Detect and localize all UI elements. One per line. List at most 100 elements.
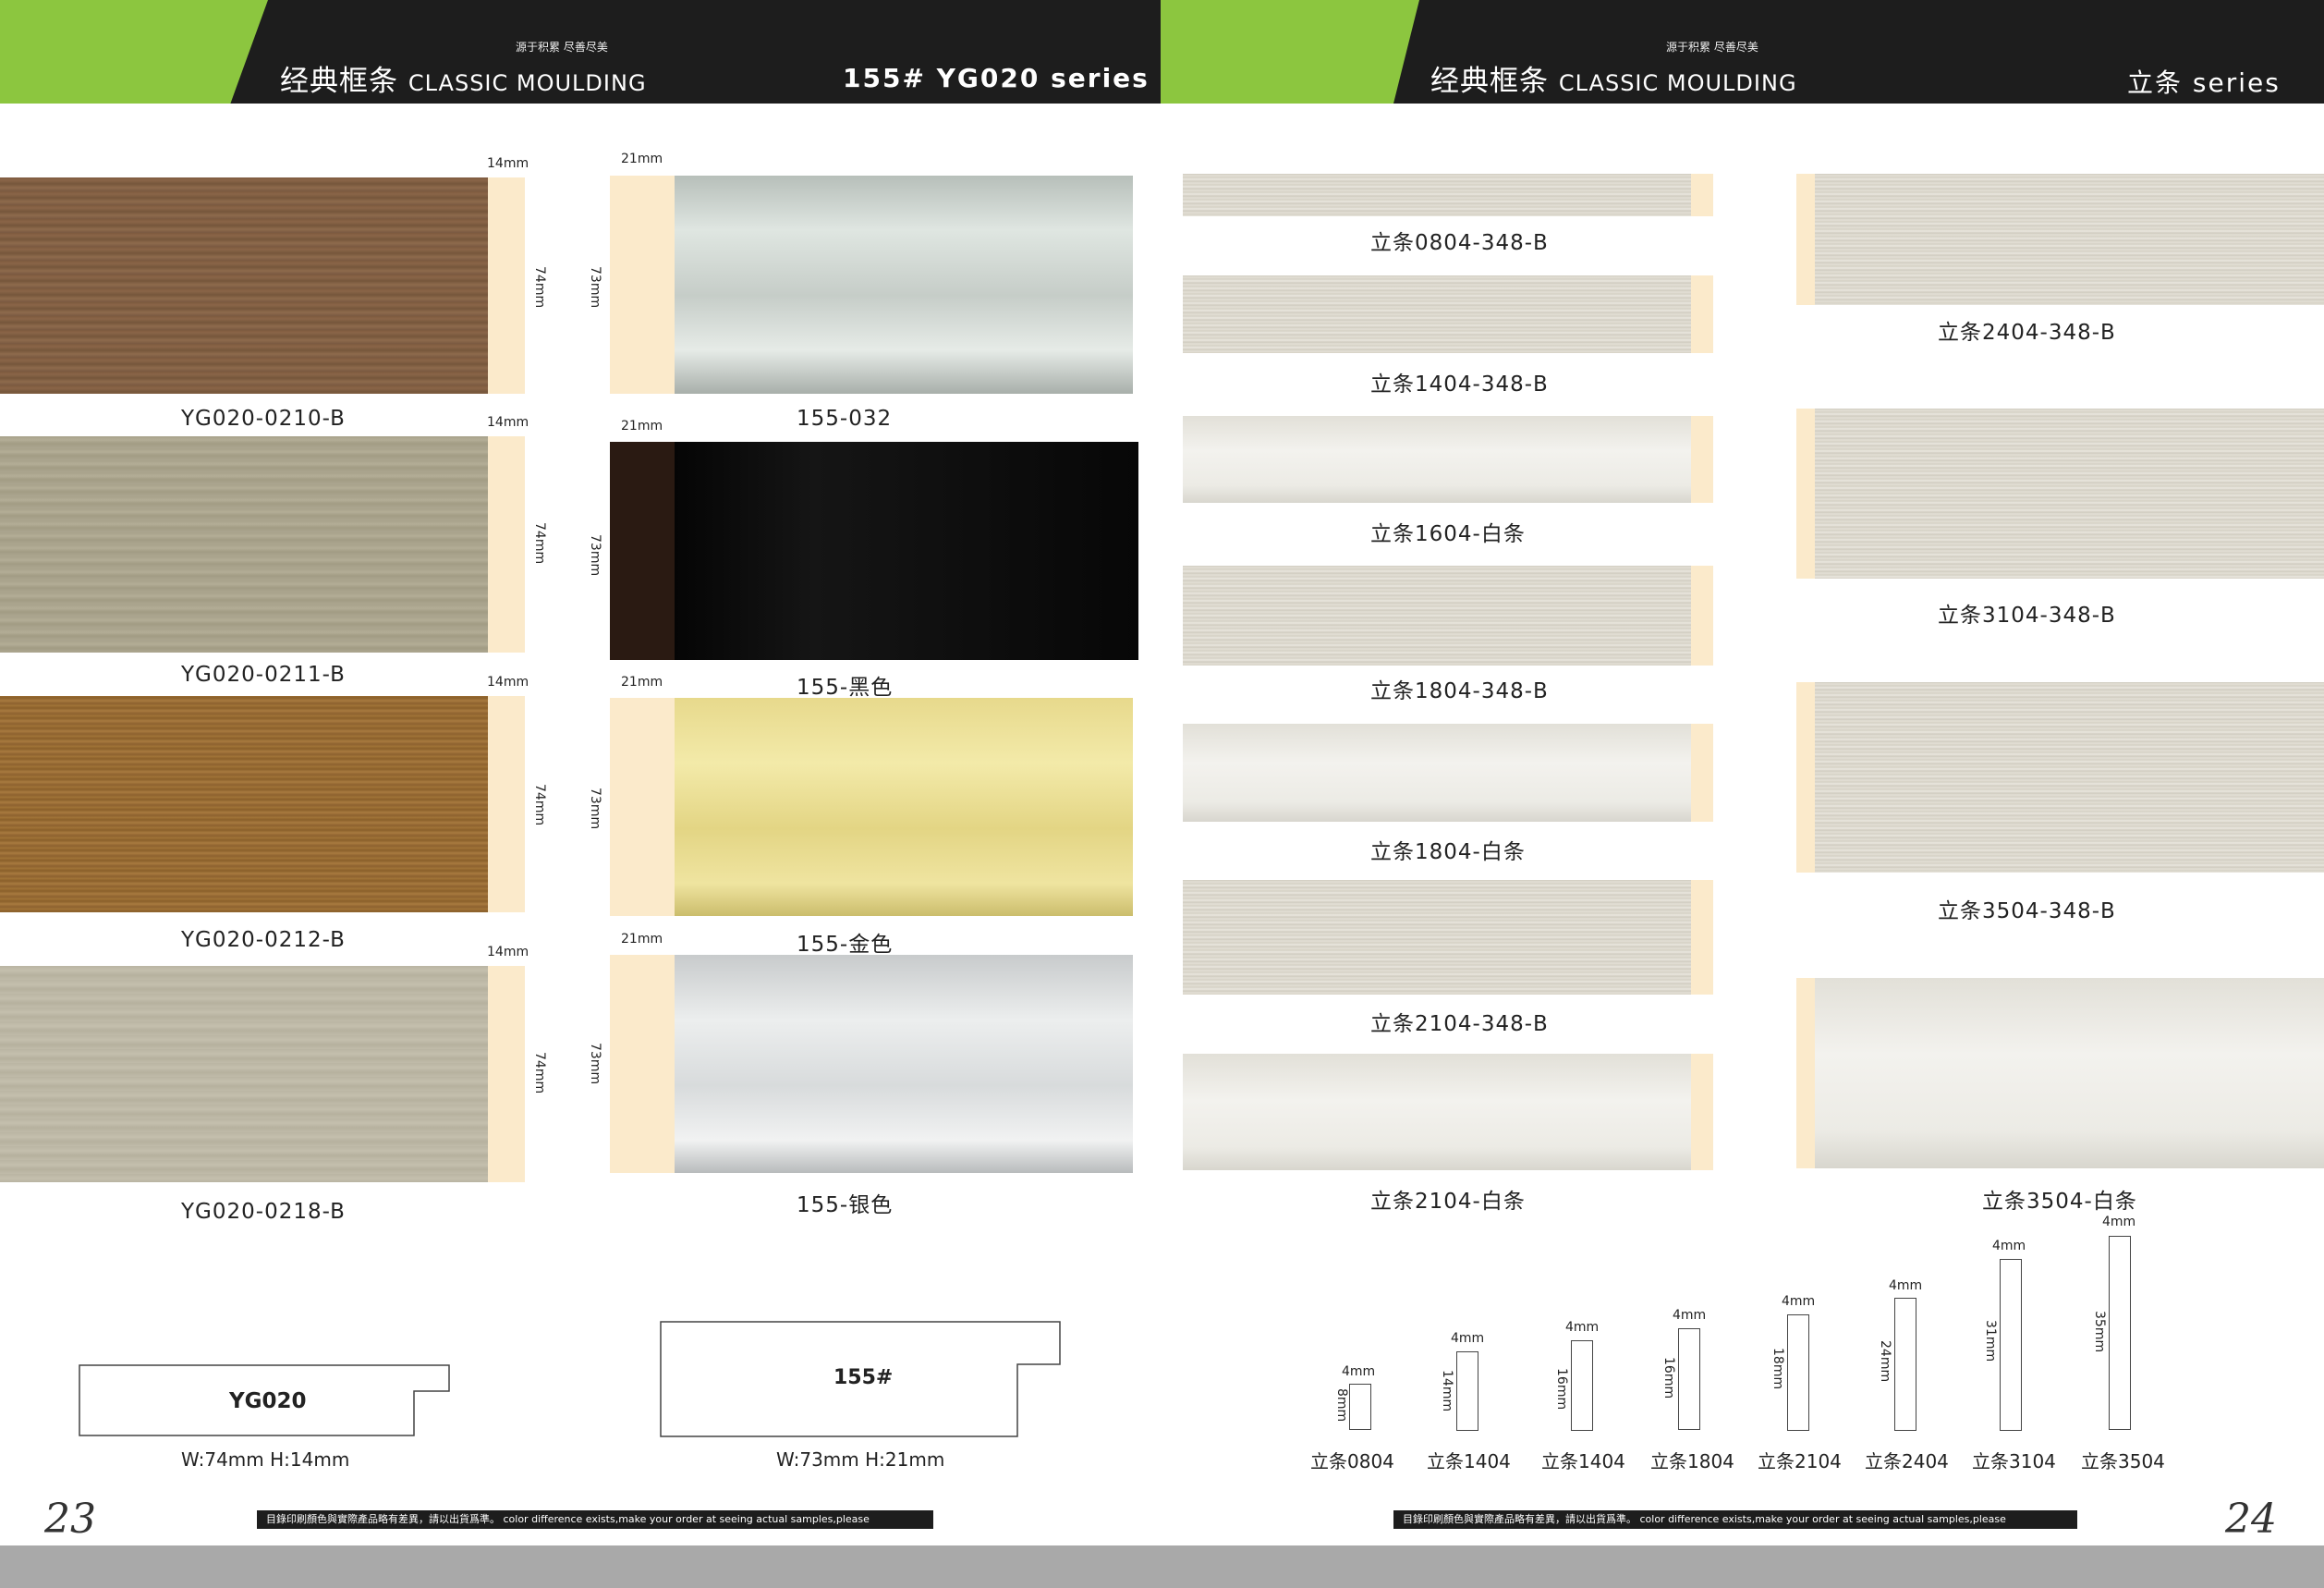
strip-code: 立条2104-白条 [1370, 1190, 1526, 1214]
height-dim: 74mm [532, 1052, 547, 1094]
strip-code: 立条0804-348-B [1370, 231, 1549, 255]
profile-box [1894, 1298, 1916, 1431]
moulding-swatch [675, 442, 1138, 660]
moulding-profile-edge [610, 698, 675, 916]
strip-edge [1691, 275, 1713, 353]
height-dim: 73mm [588, 266, 602, 309]
strip-edge [1691, 566, 1713, 666]
footer-disclaimer-right: 目錄印刷顏色與實際產品略有差異，請以出貨爲準。 color difference… [1393, 1510, 2077, 1529]
profile-width: 4mm [2102, 1215, 2136, 1229]
height-dim: 73mm [588, 534, 602, 577]
profile-width: 4mm [1889, 1278, 1923, 1293]
strip-code: 立条3504-白条 [1982, 1190, 2137, 1214]
s155-profile-dims: W:73mm H:21mm [776, 1448, 945, 1471]
profile-width: 4mm [1782, 1294, 1816, 1309]
profile-height: 24mm [1878, 1340, 1892, 1383]
moulding-code: 155-黑色 [797, 676, 894, 700]
profile-height: 18mm [1770, 1348, 1785, 1390]
profile-width: 4mm [1451, 1331, 1485, 1346]
moulding-swatch [0, 966, 488, 1182]
strip-code: 立条3104-348-B [1938, 604, 2116, 628]
moulding-swatch [0, 177, 488, 394]
strip-swatch [1815, 174, 2324, 305]
header-title-en: CLASSIC MOULDING [408, 70, 647, 96]
profile-name: 立条2104 [1758, 1450, 1842, 1472]
moulding-code: YG020-0210-B [181, 407, 346, 431]
strip-swatch [1815, 682, 2324, 873]
strip-swatch [1183, 174, 1691, 216]
strip-swatch [1183, 275, 1691, 353]
s155-profile-name: 155# [833, 1366, 894, 1389]
header-slogan: 源于积累 尽善尽美 [1666, 41, 1758, 54]
height-dim: 74mm [532, 784, 547, 826]
profile-box [2109, 1236, 2131, 1430]
width-dim: 14mm [487, 675, 529, 690]
strip-edge [1796, 978, 1815, 1168]
profile-name: 立条1404 [1541, 1450, 1625, 1472]
header-accent-green [1161, 0, 1419, 104]
profile-height: 16mm [1554, 1368, 1569, 1411]
strip-code: 立条1604-白条 [1370, 522, 1526, 546]
height-dim: 73mm [588, 1043, 602, 1085]
moulding-profile-edge [488, 436, 525, 653]
profile-width: 4mm [1342, 1364, 1376, 1379]
height-dim: 74mm [532, 522, 547, 565]
yg020-profile-dims: W:74mm H:14mm [181, 1448, 350, 1471]
moulding-code: YG020-0211-B [181, 663, 346, 687]
strip-swatch [1183, 416, 1691, 503]
strip-edge [1796, 174, 1815, 305]
moulding-code: YG020-0212-B [181, 928, 346, 952]
moulding-profile-edge [610, 176, 675, 394]
strip-code: 立条2404-348-B [1938, 321, 2116, 345]
header-title: 经典框条 CLASSIC MOULDING [1430, 57, 1797, 99]
moulding-profile-edge [488, 177, 525, 394]
profile-name: 立条1804 [1650, 1450, 1734, 1472]
moulding-code: 155-032 [797, 407, 893, 431]
profile-name: 立条3504 [2081, 1450, 2165, 1472]
moulding-code: YG020-0218-B [181, 1200, 346, 1224]
profile-name: 立条0804 [1310, 1450, 1394, 1472]
profile-name: 立条2404 [1865, 1450, 1949, 1472]
profile-box [1787, 1314, 1809, 1431]
strip-edge [1691, 416, 1713, 503]
moulding-swatch [675, 176, 1133, 394]
profile-box [1456, 1351, 1478, 1431]
moulding-swatch [0, 436, 488, 653]
moulding-code: 155-金色 [797, 933, 894, 957]
header-title-cn: 经典框条 [280, 65, 398, 98]
strip-edge [1691, 880, 1713, 995]
width-dim: 21mm [621, 675, 663, 690]
profile-height: 31mm [1983, 1320, 1998, 1362]
header-title: 经典框条 CLASSIC MOULDING [280, 57, 647, 99]
strip-swatch [1815, 409, 2324, 579]
strip-edge [1691, 174, 1713, 216]
profile-box [2000, 1259, 2022, 1431]
profile-width: 4mm [1673, 1308, 1707, 1323]
profile-width: 4mm [1992, 1239, 2026, 1253]
moulding-profile-edge [488, 696, 525, 912]
height-dim: 74mm [532, 266, 547, 309]
strip-swatch [1815, 978, 2324, 1168]
strip-code: 立条1404-348-B [1370, 373, 1549, 397]
header-bar-right: 源于积累 尽善尽美 经典框条 CLASSIC MOULDING 立条 serie… [1161, 0, 2324, 104]
strip-code: 立条3504-348-B [1938, 899, 2116, 923]
moulding-code: 155-银色 [797, 1193, 894, 1217]
width-dim: 21mm [621, 932, 663, 947]
profile-box [1571, 1340, 1593, 1431]
profile-width: 4mm [1565, 1320, 1600, 1335]
strip-edge [1691, 1054, 1713, 1170]
width-dim: 14mm [487, 415, 529, 430]
width-dim: 21mm [621, 419, 663, 434]
header-bar-left: 源于积累 尽善尽美 经典框条 CLASSIC MOULDING 155# YG0… [0, 0, 1161, 104]
profile-box [1349, 1384, 1371, 1430]
moulding-profile-edge [488, 966, 525, 1182]
profile-name: 立条3104 [1972, 1450, 2056, 1472]
header-slogan: 源于积累 尽善尽美 [516, 41, 608, 54]
header-accent-green [0, 0, 268, 104]
moulding-swatch [675, 955, 1133, 1173]
strip-swatch [1183, 724, 1691, 822]
profile-height: 8mm [1334, 1388, 1349, 1423]
strip-code: 立条1804-白条 [1370, 840, 1526, 864]
moulding-profile-edge [610, 442, 675, 660]
moulding-profile-edge [610, 955, 675, 1173]
